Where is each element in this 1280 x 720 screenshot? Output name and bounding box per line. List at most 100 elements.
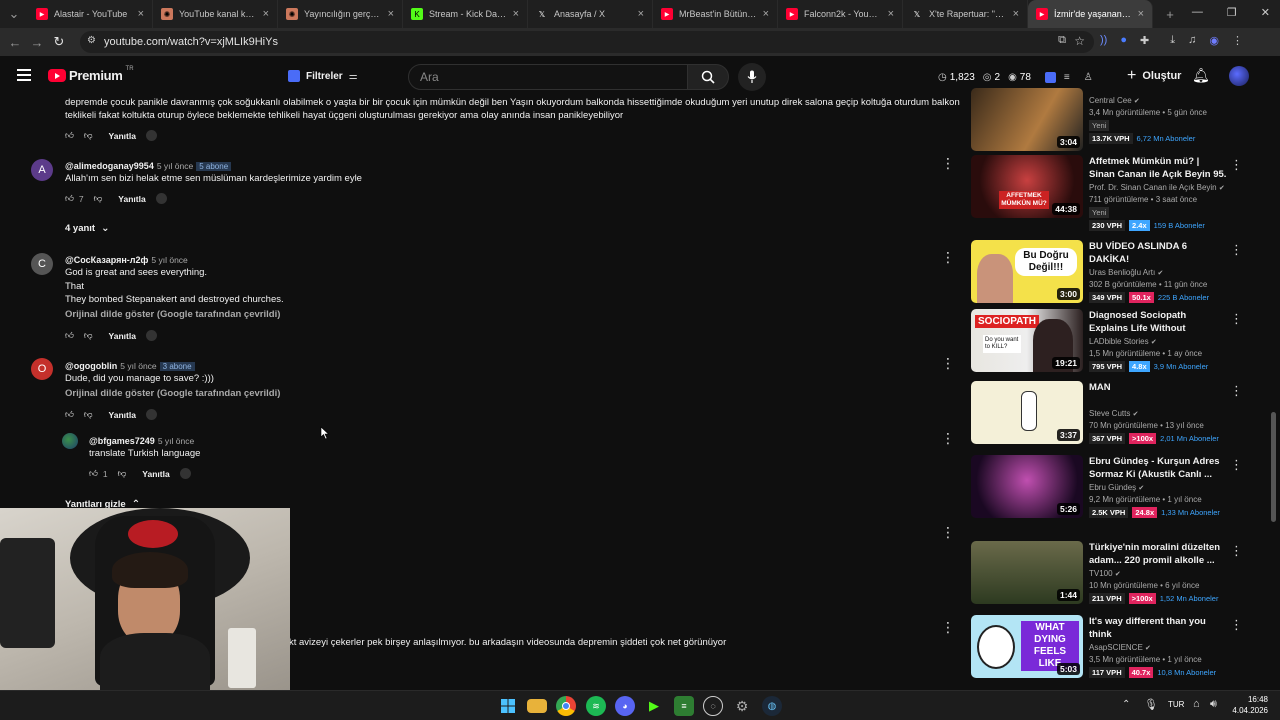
- browser-tab[interactable]: 𝕏 Anasayfa / X ×: [528, 0, 653, 28]
- browser-tab[interactable]: 𝕏 X'te Rapertuar: "Kanye... ×: [903, 0, 1028, 28]
- video-menu-icon[interactable]: ⋮: [1230, 383, 1243, 399]
- like-icon[interactable]: 👍︎: [65, 330, 74, 341]
- close-tab-icon[interactable]: ×: [263, 8, 269, 20]
- channel-name[interactable]: Steve Cutts ✔: [1089, 409, 1138, 418]
- back-button[interactable]: ←: [4, 31, 26, 53]
- reply-button[interactable]: Yanıtla: [109, 331, 136, 341]
- minimize-icon[interactable]: —: [1192, 6, 1203, 19]
- reply-button[interactable]: Yanıtla: [109, 131, 136, 141]
- voice-search-button[interactable]: [738, 63, 766, 91]
- video-title[interactable]: It's way different than you think: [1089, 615, 1227, 641]
- video-thumbnail[interactable]: WHAT DYING FEELS LIKE 5:03: [971, 615, 1083, 678]
- video-menu-icon[interactable]: ⋮: [1230, 242, 1243, 258]
- tray-chevron-icon[interactable]: ⌃: [1122, 699, 1130, 710]
- maximize-icon[interactable]: ❐: [1227, 6, 1237, 19]
- video-menu-icon[interactable]: ⋮: [1230, 157, 1243, 173]
- video-thumbnail[interactable]: Bu Doğru Değil!!! 3:00: [971, 240, 1083, 303]
- extension-small-icon[interactable]: [179, 468, 191, 479]
- channel-name[interactable]: AsapSCIENCE ✔: [1089, 643, 1151, 652]
- avatar[interactable]: [62, 433, 78, 449]
- extension-small-icon[interactable]: [145, 330, 157, 341]
- extension-badge-icon[interactable]: [1044, 71, 1056, 83]
- video-title[interactable]: Türkiye'nin moralini düzelten adam... 22…: [1089, 541, 1227, 567]
- reply-button[interactable]: Yanıtla: [109, 410, 136, 420]
- related-video-card[interactable]: 1:44 Türkiye'nin moralini düzelten adam..…: [971, 541, 1243, 605]
- media-icon[interactable]: ♫: [1188, 34, 1196, 47]
- notifications-bell-icon[interactable]: 🔔︎: [1192, 67, 1210, 84]
- search-button[interactable]: [687, 64, 729, 90]
- comment-time[interactable]: 5 yıl önce: [157, 161, 193, 171]
- extension-small-icon[interactable]: [145, 130, 157, 141]
- video-thumbnail[interactable]: 5:26: [971, 455, 1083, 518]
- extension-small-icon[interactable]: [155, 193, 167, 204]
- show-original-link[interactable]: Orijinal dilde göster (Google tarafından…: [65, 388, 280, 399]
- clock[interactable]: 16:48 4.04.2026: [1230, 694, 1268, 716]
- discord-icon[interactable]: ◕: [615, 696, 635, 716]
- site-info-icon[interactable]: ⚙: [87, 35, 96, 46]
- related-video-card[interactable]: AFFETMEK MÜMKÜN MÜ? 44:38 Affetmek Mümkün …: [971, 155, 1243, 231]
- dislike-icon[interactable]: 👎︎: [84, 409, 93, 420]
- related-video-card[interactable]: SOCIOPATH Do you want to KILL? 19:21 Diagno…: [971, 309, 1243, 373]
- video-title[interactable]: Diagnosed Sociopath Explains Life Withou…: [1089, 309, 1227, 335]
- browser-tab[interactable]: ✺ Yayıncılığın gerçek ha... ×: [278, 0, 403, 28]
- extension-small-icon[interactable]: [145, 409, 157, 420]
- close-tab-icon[interactable]: ×: [138, 8, 144, 20]
- video-title[interactable]: BU VİDEO ASLINDA 6 DAKİKA!: [1089, 240, 1227, 266]
- avatar[interactable]: C: [31, 253, 53, 275]
- reply-button[interactable]: Yanıtla: [118, 194, 145, 204]
- video-thumbnail[interactable]: 1:44: [971, 541, 1083, 604]
- avatar[interactable]: O: [31, 358, 53, 380]
- settings-gear-icon[interactable]: ⚙: [732, 696, 752, 716]
- close-tab-icon[interactable]: ×: [763, 8, 769, 20]
- windows-start-icon[interactable]: [498, 696, 518, 716]
- extension-blue-icon[interactable]: ●: [1120, 34, 1127, 47]
- related-video-card[interactable]: 3:04 Central Cee ✔ 3,4 Mn görüntüleme • 5 …: [971, 88, 1236, 152]
- profile-avatar[interactable]: ◉: [1209, 34, 1219, 47]
- volume-icon[interactable]: 🔊︎: [1210, 698, 1217, 711]
- new-tab-button[interactable]: +: [1159, 3, 1181, 25]
- bookmark-star-icon[interactable]: ☆: [1074, 34, 1085, 48]
- lightbulb-icon[interactable]: ♙: [1084, 72, 1093, 83]
- hamburger-menu-icon[interactable]: [17, 69, 31, 81]
- channel-name[interactable]: Central Cee ✔: [1089, 96, 1140, 105]
- comment-time[interactable]: 5 yıl önce: [158, 436, 194, 446]
- comment-menu-icon[interactable]: ⋮: [941, 250, 955, 264]
- comment-author[interactable]: @СосКазарян-л2ф: [65, 255, 148, 265]
- video-menu-icon[interactable]: ⋮: [1230, 457, 1243, 473]
- replies-toggle[interactable]: 4 yanıt ⌄: [65, 223, 110, 234]
- browser-tab[interactable]: ▶ MrBeast'in Bütün Stü... ×: [653, 0, 778, 28]
- like-icon[interactable]: 👍︎: [65, 193, 74, 204]
- notes-app-icon[interactable]: ≡: [674, 696, 694, 716]
- like-icon[interactable]: 👍︎: [89, 468, 98, 479]
- dislike-icon[interactable]: 👎︎: [84, 130, 93, 141]
- video-title[interactable]: Affetmek Mümkün mü? | Sinan Canan ile Aç…: [1089, 155, 1227, 181]
- sidebar-scrollbar[interactable]: [1271, 412, 1276, 522]
- account-avatar[interactable]: [1229, 66, 1249, 86]
- close-tab-icon[interactable]: ×: [1013, 8, 1019, 20]
- close-window-icon[interactable]: ✕: [1261, 6, 1270, 19]
- url-input[interactable]: ⚙ youtube.com/watch?v=xjMLIk9HiYs ⧉ ☆: [80, 31, 1094, 53]
- avatar[interactable]: A: [31, 159, 53, 181]
- comment-menu-icon[interactable]: ⋮: [941, 156, 955, 170]
- browser-tab[interactable]: ▶ Alastair - YouTube ×: [28, 0, 153, 28]
- related-video-card[interactable]: WHAT DYING FEELS LIKE 5:03 It's way differ…: [971, 615, 1243, 679]
- comment-author[interactable]: @ogogoblin: [65, 361, 117, 371]
- comment-author[interactable]: @bfgames7249: [89, 436, 155, 446]
- video-thumbnail[interactable]: 3:37: [971, 381, 1083, 444]
- related-video-card[interactable]: 3:37 MAN Steve Cutts ✔ 70 Mn görüntüleme • …: [971, 381, 1243, 445]
- channel-name[interactable]: Ebru Gündeş ✔: [1089, 483, 1144, 492]
- close-tab-icon[interactable]: ×: [888, 8, 894, 20]
- youtube-logo[interactable]: Premium TR: [48, 66, 134, 83]
- browser-tab[interactable]: ▶ Falconn2k - YouTube ×: [778, 0, 903, 28]
- comment-menu-icon[interactable]: ⋮: [941, 620, 955, 634]
- video-menu-icon[interactable]: ⋮: [1230, 311, 1243, 327]
- dislike-icon[interactable]: 👎︎: [84, 330, 93, 341]
- forward-button[interactable]: →: [26, 31, 48, 53]
- comment-menu-icon[interactable]: ⋮: [941, 525, 955, 539]
- comment-menu-icon[interactable]: ⋮: [941, 356, 955, 370]
- reload-button[interactable]: ↻: [48, 31, 70, 53]
- browser-tab[interactable]: K Stream - Kick Dashbo... ×: [403, 0, 528, 28]
- comment-time[interactable]: 5 yıl önce: [120, 361, 156, 371]
- channel-name[interactable]: TV100 ✔: [1089, 569, 1121, 578]
- streaming-app-icon[interactable]: ▶: [644, 696, 664, 716]
